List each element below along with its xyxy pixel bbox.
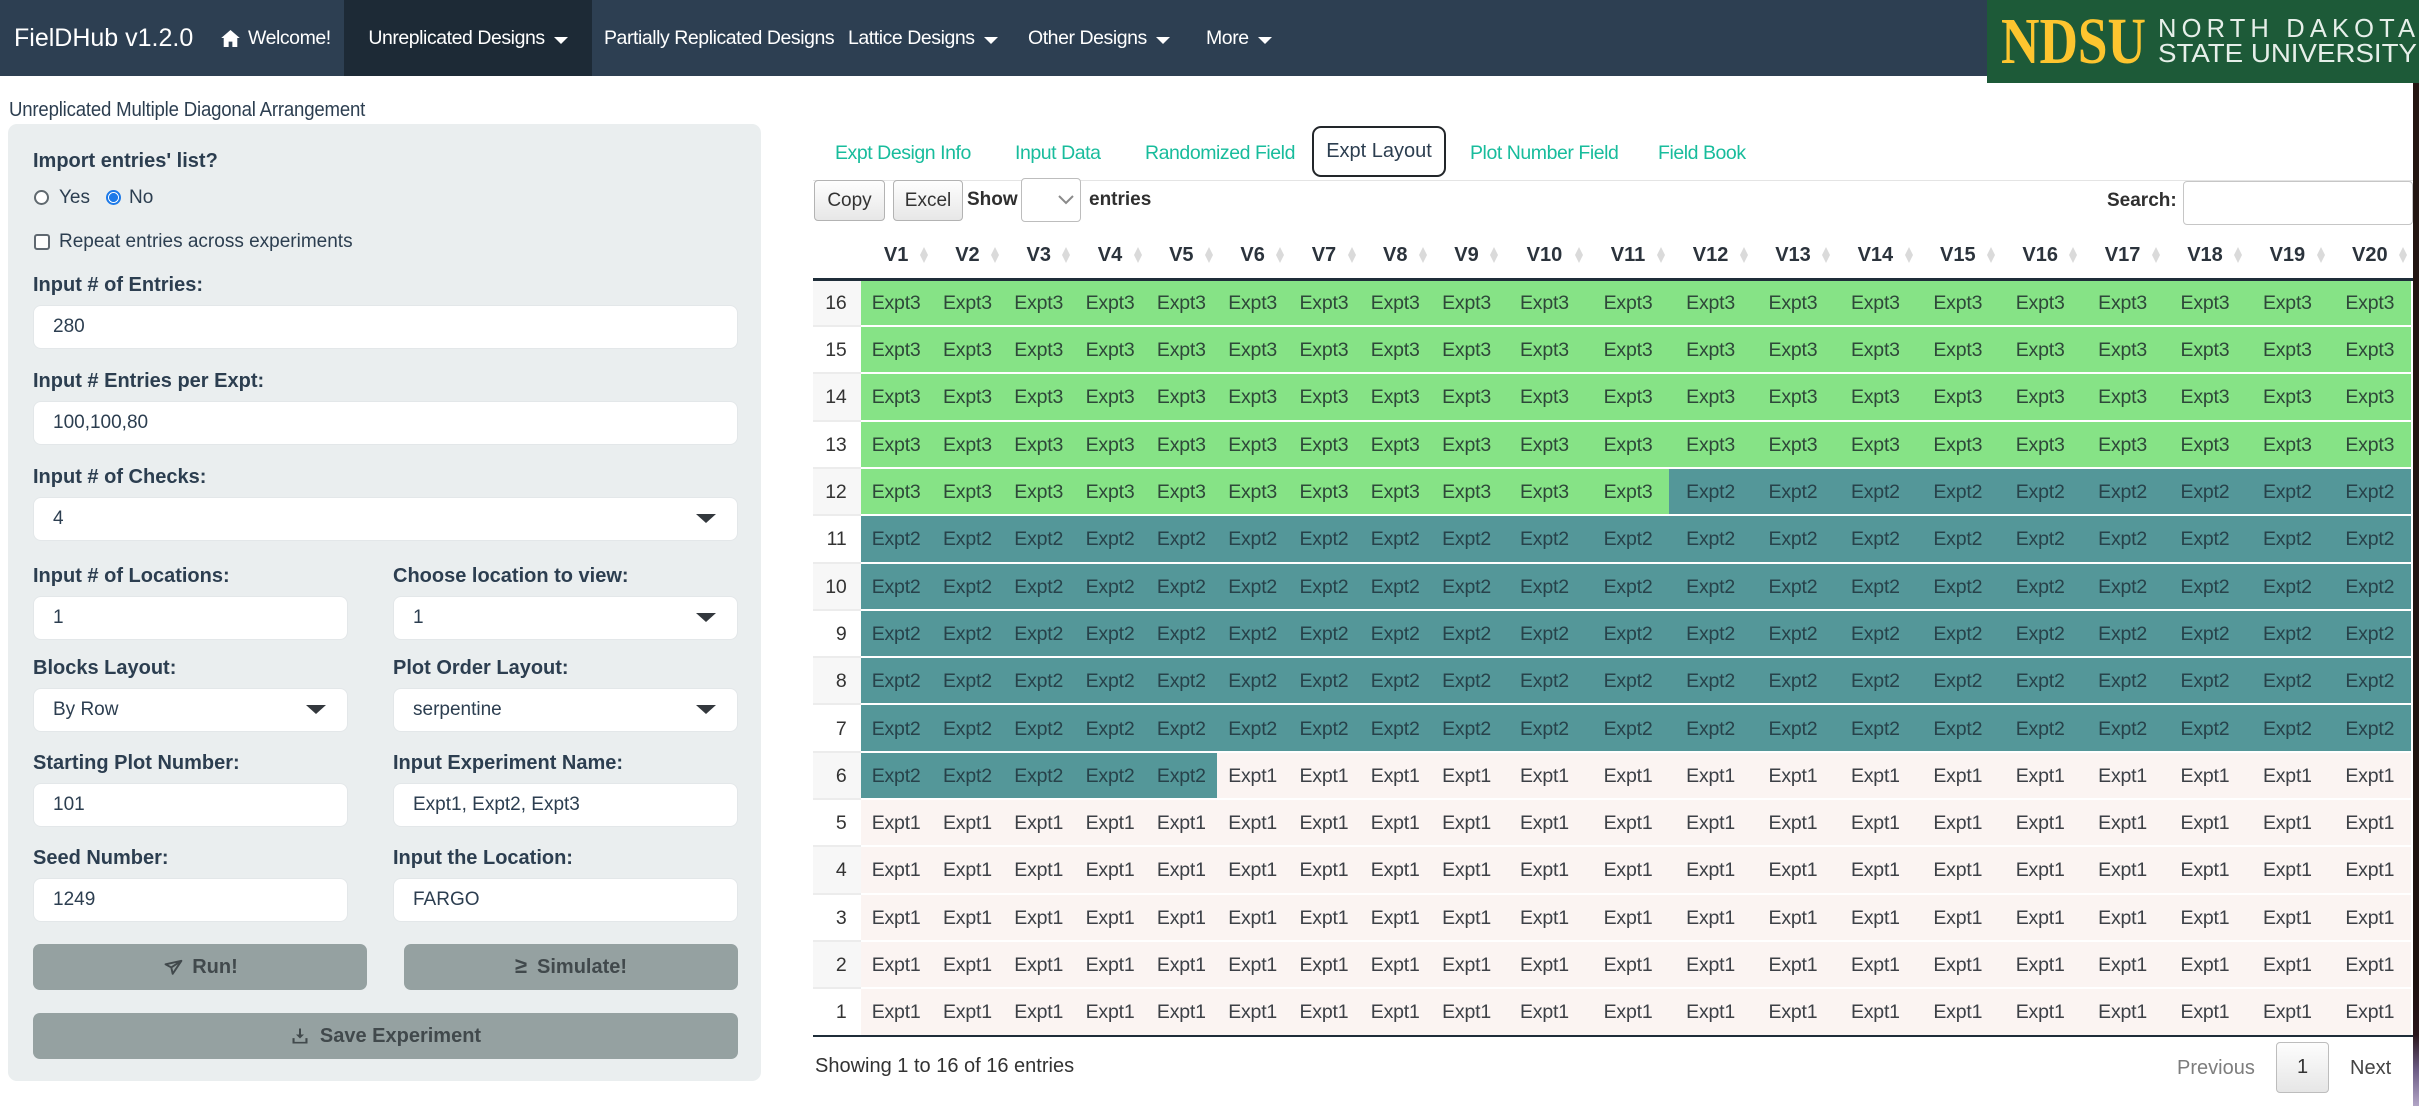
- svg-text:STATE UNIVERSITY: STATE UNIVERSITY: [2158, 40, 2417, 68]
- svg-text:NDSU: NDSU: [2001, 5, 2146, 78]
